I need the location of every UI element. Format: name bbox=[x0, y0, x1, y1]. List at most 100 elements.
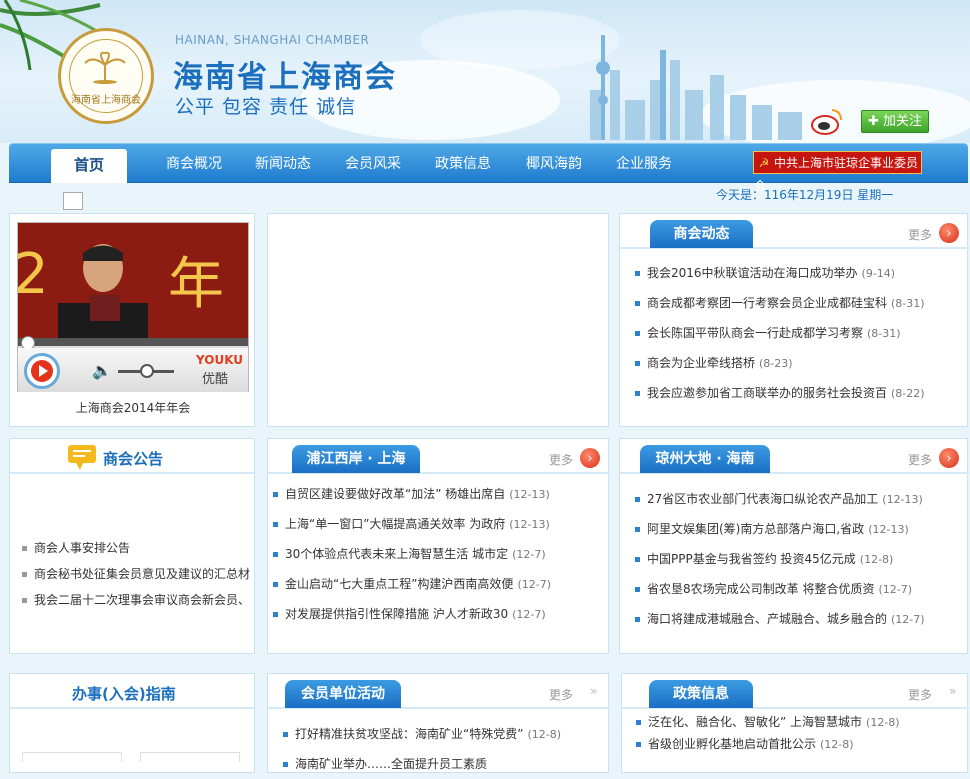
pujiang-more-link[interactable]: 更多 bbox=[549, 451, 573, 468]
volume-handle[interactable] bbox=[140, 364, 154, 378]
list-item[interactable]: 海南矿业举办……全面提升员工素质 bbox=[283, 749, 603, 779]
list-item-title[interactable]: 我会2016中秋联谊活动在海口成功举办 bbox=[647, 266, 858, 280]
list-item[interactable]: 我会2016中秋联谊活动在海口成功举办 (9-14) bbox=[635, 258, 960, 288]
list-item[interactable]: 27省区市农业部门代表海口纵论农产品加工 (12-13) bbox=[635, 484, 963, 514]
policy-more-icon[interactable]: » bbox=[949, 684, 956, 698]
list-item-title[interactable]: 泛在化、融合化、智敏化” 上海智慧城市 bbox=[648, 715, 862, 729]
follow-button[interactable]: ✚ 加关注 bbox=[861, 110, 929, 133]
list-item-title[interactable]: 商会人事安排公告 bbox=[34, 541, 130, 555]
party-emblem-icon: ☭ bbox=[758, 156, 770, 170]
list-item-date: (12-7) bbox=[517, 578, 551, 591]
bullet-icon bbox=[635, 527, 640, 532]
list-item-title[interactable]: 金山启动“七大重点工程”构建沪西南高效便 bbox=[285, 577, 513, 591]
list-item-title[interactable]: 27省区市农业部门代表海口纵论农产品加工 bbox=[647, 492, 878, 506]
list-item[interactable]: 阿里文娱集团(筹)南方总部落户海口,省政 (12-13) bbox=[635, 514, 963, 544]
list-item-title[interactable]: 阿里文娱集团(筹)南方总部落户海口,省政 bbox=[647, 522, 864, 536]
list-item-date: (8-31) bbox=[867, 327, 901, 340]
bullet-icon bbox=[22, 572, 27, 577]
list-item[interactable]: 泛在化、融合化、智敏化” 上海智慧城市 (12-8) bbox=[636, 711, 964, 733]
list-item-date: (8-23) bbox=[759, 357, 793, 370]
nav-item-news[interactable]: 新闻动态 bbox=[255, 144, 311, 184]
list-item[interactable]: 商会成都考察团一行考察会员企业成都硅宝科 (8-31) bbox=[635, 288, 960, 318]
list-item-title[interactable]: 中国PPP基金与我省签约 投资45亿元成 bbox=[647, 552, 856, 566]
policy-more-link[interactable]: 更多 bbox=[908, 686, 932, 703]
bullet-icon bbox=[273, 582, 278, 587]
list-item-title[interactable]: 我会应邀参加省工商联举办的服务社会投资百 bbox=[647, 386, 887, 400]
news-more-icon[interactable]: › bbox=[939, 223, 959, 243]
tab-qiongzhou[interactable]: 琼州大地 · 海南 bbox=[640, 445, 770, 473]
policy-news-list: 泛在化、融合化、智敏化” 上海智慧城市 (12-8) 省级创业孵化基地启动首批公示 (… bbox=[636, 711, 964, 755]
nav-item-policy[interactable]: 政策信息 bbox=[435, 144, 491, 184]
guide-button-1[interactable] bbox=[22, 752, 122, 762]
list-item[interactable]: 中国PPP基金与我省签约 投资45亿元成 (12-8) bbox=[635, 544, 963, 574]
list-item-title[interactable]: 我会二届十二次理事会审议商会新会员、 bbox=[34, 593, 250, 607]
list-item-date: (12-13) bbox=[868, 523, 909, 536]
list-item-title[interactable]: 对发展提供指引性保障措施 沪人才新政30 bbox=[285, 607, 508, 621]
bullet-icon bbox=[635, 331, 640, 336]
tab-chamber-news[interactable]: 商会动态 bbox=[650, 220, 753, 248]
list-item-title[interactable]: 自贸区建设要做好改革“加法” 杨雄出席自 bbox=[285, 487, 505, 501]
current-date: 今天是：116年12月19日 星期一 bbox=[716, 188, 894, 202]
list-item[interactable]: 自贸区建设要做好改革“加法” 杨雄出席自 (12-13) bbox=[273, 479, 605, 509]
list-item-title[interactable]: 打好精准扶贫攻坚战：海南矿业“特殊党费” bbox=[295, 727, 523, 741]
list-item[interactable]: 打好精准扶贫攻坚战：海南矿业“特殊党费” (12-8) bbox=[283, 719, 603, 749]
list-item-date: (12-8) bbox=[820, 738, 854, 751]
svg-text:2: 2 bbox=[18, 242, 49, 307]
tab-policy-info[interactable]: 政策信息 bbox=[649, 680, 753, 708]
guide-title[interactable]: 办事(入会)指南 bbox=[72, 683, 176, 704]
list-item[interactable]: 我会应邀参加省工商联举办的服务社会投资百 (8-22) bbox=[635, 378, 960, 408]
guide-button-2[interactable] bbox=[140, 752, 240, 762]
list-item[interactable]: 商会人事安排公告 bbox=[22, 535, 252, 561]
nav-item-members[interactable]: 会员风采 bbox=[345, 144, 401, 184]
list-item-title[interactable]: 商会为企业牵线搭桥 bbox=[647, 356, 755, 370]
checkbox[interactable] bbox=[63, 192, 83, 210]
list-item-title[interactable]: 商会成都考察团一行考察会员企业成都硅宝科 bbox=[647, 296, 887, 310]
list-item-title[interactable]: 会长陈国平带队商会一行赴成都学习考察 bbox=[647, 326, 863, 340]
list-item-title[interactable]: 海南矿业举办……全面提升员工素质 bbox=[295, 757, 487, 771]
list-item[interactable]: 省级创业孵化基地启动首批公示 (12-8) bbox=[636, 733, 964, 755]
news-more-link[interactable]: 更多 bbox=[908, 226, 932, 243]
list-item[interactable]: 商会为企业牵线搭桥 (8-23) bbox=[635, 348, 960, 378]
list-item[interactable]: 上海“单一窗口”大幅提高通关效率 为政府 (12-13) bbox=[273, 509, 605, 539]
nav-item-coconut[interactable]: 椰风海韵 bbox=[526, 144, 582, 184]
qiongzhou-panel: 琼州大地 · 海南 更多 › 27省区市农业部门代表海口纵论农产品加工 (12-1… bbox=[619, 438, 969, 654]
video-caption[interactable]: 上海商会2014年年会 bbox=[10, 399, 256, 416]
party-committee-link[interactable]: ☭ 中共上海市驻琼企事业委员会 bbox=[753, 151, 922, 193]
list-item-date: (12-8) bbox=[527, 728, 561, 741]
tab-member-activities[interactable]: 会员单位活动 bbox=[285, 680, 401, 708]
member-more-link[interactable]: 更多 bbox=[549, 686, 573, 703]
play-button[interactable] bbox=[24, 353, 60, 389]
qiongzhou-more-icon[interactable]: › bbox=[939, 448, 959, 468]
list-item[interactable]: 金山启动“七大重点工程”构建沪西南高效便 (12-7) bbox=[273, 569, 605, 599]
list-item[interactable]: 对发展提供指引性保障措施 沪人才新政30 (12-7) bbox=[273, 599, 605, 629]
list-item-title[interactable]: 海口将建成港城融合、产城融合、城乡融合的 bbox=[647, 612, 887, 626]
list-item-title[interactable]: 商会秘书处征集会员意见及建议的汇总材 bbox=[34, 567, 250, 581]
member-more-icon[interactable]: » bbox=[590, 684, 597, 698]
list-item[interactable]: 省农垦8农场完成公司制改革 将整合优质资 (12-7) bbox=[635, 574, 963, 604]
list-item-title[interactable]: 省级创业孵化基地启动首批公示 bbox=[648, 737, 816, 751]
list-item-date: (12-13) bbox=[882, 493, 923, 506]
list-item-title[interactable]: 上海“单一窗口”大幅提高通关效率 为政府 bbox=[285, 517, 505, 531]
list-item[interactable]: 30个体验点代表未来上海智慧生活 城市定 (12-7) bbox=[273, 539, 605, 569]
progress-track[interactable] bbox=[18, 338, 248, 346]
bullet-icon bbox=[283, 732, 288, 737]
nav-home[interactable]: 首页 bbox=[51, 149, 127, 183]
pujiang-more-icon[interactable]: › bbox=[580, 448, 600, 468]
list-item-title[interactable]: 省农垦8农场完成公司制改革 将整合优质资 bbox=[647, 582, 874, 596]
tab-pujiang[interactable]: 浦江西岸 · 上海 bbox=[292, 445, 420, 473]
bullet-icon bbox=[635, 587, 640, 592]
volume-icon[interactable]: 🔈 bbox=[92, 361, 112, 380]
list-item[interactable]: 会长陈国平带队商会一行赴成都学习考察 (8-31) bbox=[635, 318, 960, 348]
video-player[interactable]: 2 年 🔈 YOUKU 优酷 bbox=[17, 222, 249, 392]
list-item[interactable]: 我会二届十二次理事会审议商会新会员、 bbox=[22, 587, 252, 613]
weibo-icon[interactable] bbox=[810, 106, 844, 136]
bullet-icon bbox=[22, 546, 27, 551]
speech-bubble-icon bbox=[68, 445, 96, 470]
qiongzhou-more-link[interactable]: 更多 bbox=[908, 451, 932, 468]
nav-item-overview[interactable]: 商会概况 bbox=[166, 144, 222, 184]
list-item[interactable]: 海口将建成港城融合、产城融合、城乡融合的 (12-7) bbox=[635, 604, 963, 634]
nav-item-services[interactable]: 企业服务 bbox=[616, 144, 672, 184]
list-item[interactable]: 商会秘书处征集会员意见及建议的汇总材 bbox=[22, 561, 252, 587]
list-item-title[interactable]: 30个体验点代表未来上海智慧生活 城市定 bbox=[285, 547, 508, 561]
bullet-icon bbox=[636, 720, 641, 725]
